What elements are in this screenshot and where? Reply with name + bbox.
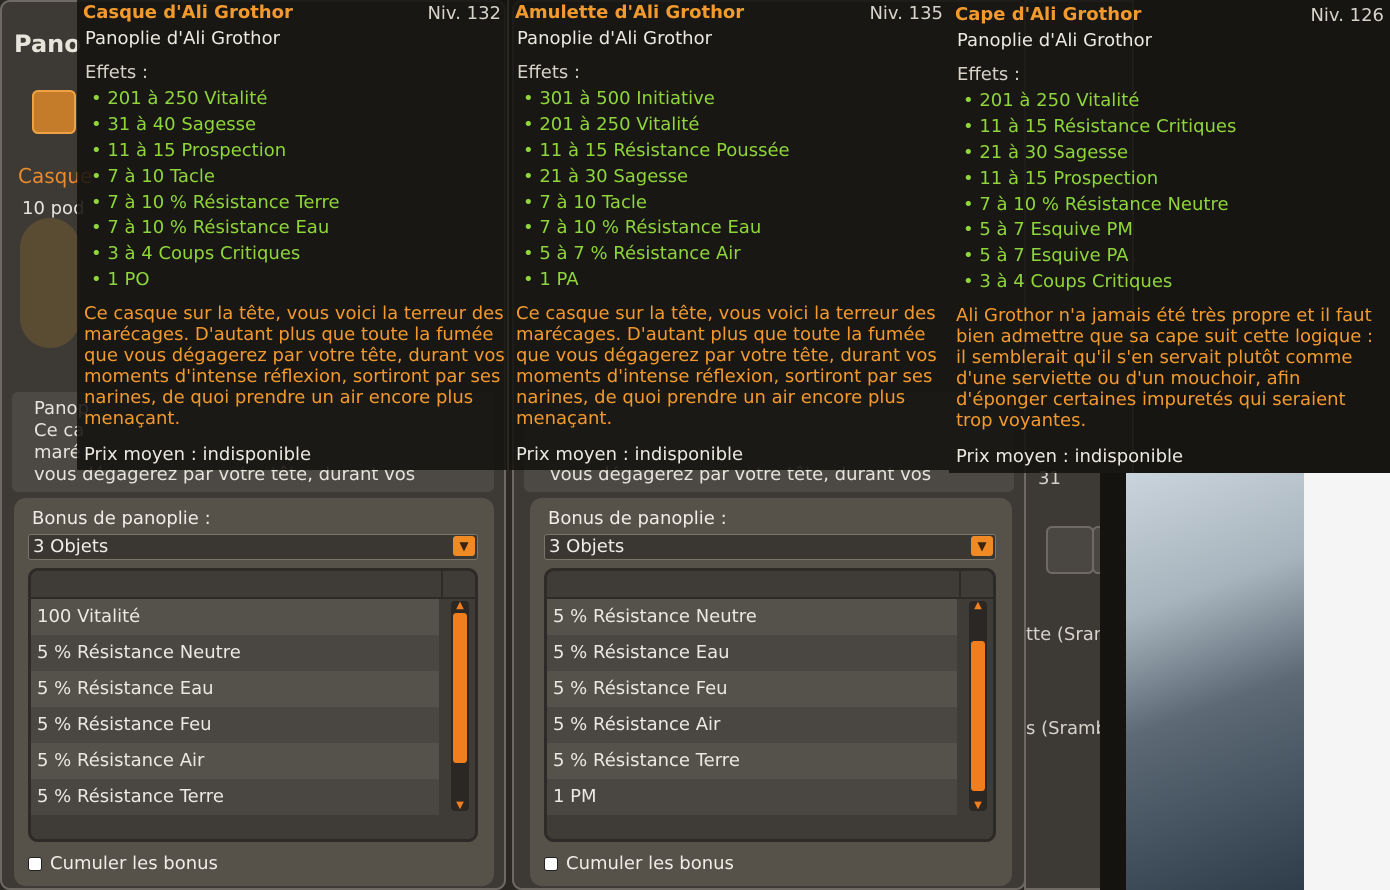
list-header [547, 571, 993, 599]
objects-dropdown[interactable]: 3 Objets ▼ [544, 534, 996, 560]
list-item: 5 % Résistance Air [547, 707, 957, 743]
item-tooltip-cape: Cape d'Ali Grothor Niv. 126 Panoplie d'A… [949, 0, 1390, 473]
desc-line: maré [34, 442, 81, 463]
scroll-up-icon[interactable]: ▲ [453, 601, 467, 611]
item-image [20, 218, 80, 348]
scroll-down-icon[interactable]: ▼ [971, 801, 985, 811]
effect-item: 7 à 10 % Résistance Eau [523, 215, 790, 241]
list-item: 5 % Résistance Eau [547, 635, 957, 671]
window-title: Pano [14, 30, 81, 58]
item-price: Prix moyen : indisponible [84, 444, 312, 465]
effects-label: Effets : [85, 62, 149, 83]
list-snippet: tte (Sran [1026, 624, 1106, 645]
effect-item: 1 PA [523, 267, 790, 293]
item-tooltip-helmet: Casque d'Ali Grothor Niv. 132 Panoplie d… [77, 0, 507, 470]
helmet-icon[interactable] [32, 90, 76, 134]
set-bonus-panel: Bonus de panoplie : 3 Objets ▼ 5 % Résis… [530, 498, 1012, 886]
item-price: Prix moyen : indisponible [516, 444, 744, 465]
bonus-title: Bonus de panoplie : [548, 508, 727, 529]
list-item: 5 % Résistance Neutre [547, 599, 957, 635]
dropdown-value: 3 Objets [549, 536, 625, 557]
effect-item: 5 à 7 Esquive PM [963, 217, 1236, 243]
effects-list: 201 à 250 Vitalité 11 à 15 Résistance Cr… [963, 88, 1236, 295]
scroll-thumb[interactable] [971, 641, 985, 791]
effect-item: 201 à 250 Vitalité [963, 88, 1236, 114]
item-description: Ali Grothor n'a jamais été très propre e… [956, 305, 1374, 431]
effect-item: 3 à 4 Coups Critiques [963, 269, 1236, 295]
effect-item: 11 à 15 Résistance Critiques [963, 114, 1236, 140]
effect-item: 5 à 7 % Résistance Air [523, 241, 790, 267]
item-set: Panoplie d'Ali Grothor [517, 28, 712, 49]
checkbox[interactable] [544, 856, 558, 871]
effect-item: 7 à 10 % Résistance Terre [91, 190, 339, 216]
list-item: 5 % Résistance Eau [31, 671, 439, 707]
effect-item: 301 à 500 Initiative [523, 86, 790, 112]
effects-list: 201 à 250 Vitalité 31 à 40 Sagesse 11 à … [91, 86, 340, 293]
item-set: Panoplie d'Ali Grothor [957, 30, 1152, 51]
list-item: 5 % Résistance Neutre [31, 635, 439, 671]
effect-item: 7 à 10 % Résistance Neutre [963, 192, 1236, 218]
effect-item: 7 à 10 Tacle [523, 190, 790, 216]
chevron-down-icon[interactable]: ▼ [453, 536, 475, 556]
cumulate-toggle[interactable]: Cumuler les bonus [544, 853, 734, 874]
item-slot[interactable] [1046, 526, 1094, 574]
effect-item: 21 à 30 Sagesse [963, 140, 1236, 166]
list-item: 5 % Résistance Air [31, 743, 439, 779]
item-description: Ce casque sur la tête, vous voici la ter… [84, 303, 505, 429]
item-description: Ce casque sur la tête, vous voici la ter… [516, 303, 937, 429]
list-item: 5 % Résistance Feu [547, 671, 957, 707]
effect-item: 3 à 4 Coups Critiques [91, 241, 340, 267]
cumulate-label: Cumuler les bonus [566, 853, 734, 874]
scrollbar[interactable]: ▲ ▼ [451, 601, 469, 811]
bonus-title: Bonus de panoplie : [32, 508, 211, 529]
item-level: Niv. 126 [1310, 5, 1384, 26]
checkbox[interactable] [28, 856, 42, 871]
objects-dropdown[interactable]: 3 Objets ▼ [28, 534, 478, 560]
list-item: 5 % Résistance Terre [547, 743, 957, 779]
scrollbar[interactable]: ▲ ▼ [969, 601, 987, 811]
list-item: 5 % Résistance Feu [31, 707, 439, 743]
dropdown-value: 3 Objets [33, 536, 109, 557]
effects-label: Effets : [957, 64, 1021, 85]
cumulate-toggle[interactable]: Cumuler les bonus [28, 853, 218, 874]
effects-list: 301 à 500 Initiative 201 à 250 Vitalité … [523, 86, 790, 293]
effect-item: 201 à 250 Vitalité [523, 112, 790, 138]
effect-item: 11 à 15 Résistance Poussée [523, 138, 789, 164]
effect-item: 7 à 10 % Résistance Eau [91, 215, 340, 241]
bonus-list: 5 % Résistance Neutre 5 % Résistance Eau… [544, 568, 996, 842]
bonus-list: 100 Vitalité 5 % Résistance Neutre 5 % R… [28, 568, 478, 842]
effect-item: 11 à 15 Prospection [963, 166, 1236, 192]
item-set: Panoplie d'Ali Grothor [85, 28, 280, 49]
effect-item: 7 à 10 Tacle [91, 164, 340, 190]
chevron-down-icon[interactable]: ▼ [971, 536, 993, 556]
scroll-down-icon[interactable]: ▼ [453, 801, 467, 811]
set-bonus-panel: Bonus de panoplie : 3 Objets ▼ 100 Vital… [14, 498, 494, 886]
item-name: Cape d'Ali Grothor [955, 4, 1142, 25]
scroll-up-icon[interactable]: ▲ [971, 601, 985, 611]
effect-item: 31 à 40 Sagesse [91, 112, 340, 138]
list-item: 100 Vitalité [31, 599, 439, 635]
pods-label: 10 pod [22, 198, 85, 219]
scroll-thumb[interactable] [453, 613, 467, 763]
background-photo [1126, 473, 1304, 890]
effect-item: 201 à 250 Vitalité [91, 86, 340, 112]
item-level: Niv. 135 [869, 3, 943, 24]
effect-item: 11 à 15 Prospection [91, 138, 340, 164]
list-item: 5 % Résistance Terre [31, 779, 439, 815]
list-snippet: s (Sramb [1026, 718, 1107, 739]
list-header [31, 571, 475, 599]
effects-label: Effets : [517, 62, 581, 83]
cumulate-label: Cumuler les bonus [50, 853, 218, 874]
effect-item: 21 à 30 Sagesse [523, 164, 790, 190]
item-level: Niv. 132 [427, 3, 501, 24]
item-name: Casque d'Ali Grothor [83, 2, 293, 23]
list-item: 1 PM [547, 779, 957, 815]
item-tooltip-amulet: Amulette d'Ali Grothor Niv. 135 Panoplie… [509, 0, 949, 470]
effect-item: 1 PO [91, 267, 340, 293]
item-price: Prix moyen : indisponible [956, 446, 1184, 467]
effect-item: 5 à 7 Esquive PA [963, 243, 1236, 269]
background-strip [1100, 473, 1126, 890]
item-name: Amulette d'Ali Grothor [515, 2, 745, 23]
